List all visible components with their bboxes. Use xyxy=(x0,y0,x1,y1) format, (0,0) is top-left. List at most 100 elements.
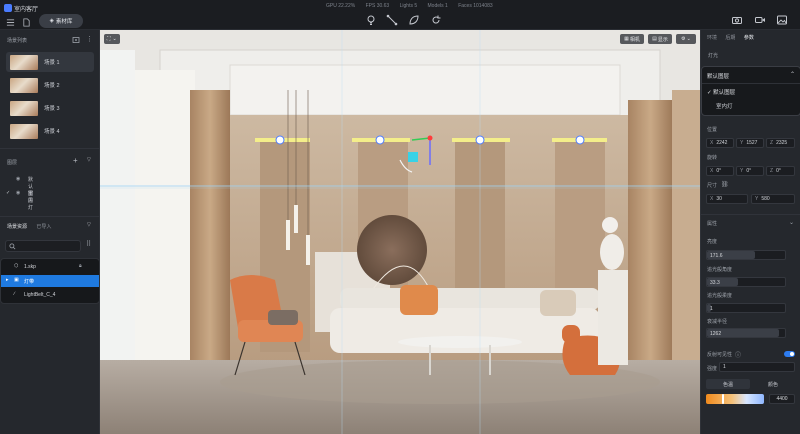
position-z-field[interactable]: Z 2325 xyxy=(766,138,795,148)
scene-item-3[interactable]: 场景 3 xyxy=(6,98,94,118)
tab-imported[interactable]: 已导入 xyxy=(36,224,51,230)
tree-item-model[interactable]: ⬡ 1.skp 🔒︎ xyxy=(1,261,99,273)
video-icon[interactable] xyxy=(754,14,766,26)
scene-list-title: 场景列表 xyxy=(7,38,28,44)
material-library-label: 素材库 xyxy=(55,19,73,25)
rotation-y-field[interactable]: Y 0° xyxy=(736,166,764,176)
view-mode-caret: ⌄ xyxy=(112,36,117,42)
tab-color-temperature[interactable]: 色温 xyxy=(706,379,750,389)
size-y-field[interactable]: Y 580 xyxy=(751,194,795,204)
size-label: 尺寸 xyxy=(707,183,718,189)
expand-arrow-icon[interactable]: ▸ xyxy=(6,277,9,283)
group-icon: ▣ xyxy=(14,277,19,283)
layer-dropdown[interactable]: 默认图层 ⌃ ✓ 默认图层 室内灯 xyxy=(701,66,800,116)
display-button-label: 显示 xyxy=(657,36,668,43)
add-layer-icon[interactable]: + xyxy=(73,156,78,165)
search-box[interactable] xyxy=(5,240,81,252)
spread-angle-slider[interactable]: 33.3 xyxy=(706,277,786,287)
scene-item-1[interactable]: 场景 1 xyxy=(6,52,94,72)
asset-tabs: 场景资源 已导入 xyxy=(7,223,59,230)
view-icon: ⛶ xyxy=(107,36,111,42)
eye-icon[interactable]: ◉ xyxy=(16,190,20,196)
app-logo-icon xyxy=(4,4,12,12)
3d-viewport[interactable]: ⛶ ⌄ ▦ 相机 ▤ 显示 ⚙ ⌄ xyxy=(100,30,700,434)
size-x-field[interactable]: X 30 xyxy=(706,194,748,204)
view-settings-button[interactable]: ⚙ ⌄ xyxy=(676,34,696,44)
check-icon: ✓ xyxy=(6,190,11,196)
rotation-x-field[interactable]: X 0° xyxy=(706,166,734,176)
dropdown-selected: 默认图层 xyxy=(707,74,730,80)
color-temperature-value[interactable]: 4400 xyxy=(769,394,795,404)
more-icon[interactable]: ⋮ xyxy=(86,35,93,43)
fps-stat: FPS 30.63 xyxy=(365,3,390,9)
view-mode-button[interactable]: ⛶ ⌄ xyxy=(104,34,120,44)
tab-environment[interactable]: 环境 xyxy=(707,35,717,41)
tab-post[interactable]: 后期 xyxy=(725,35,735,41)
color-temperature-slider[interactable] xyxy=(706,394,764,404)
add-scene-icon[interactable] xyxy=(72,36,80,44)
tab-parameters[interactable]: 参数 xyxy=(744,35,754,41)
temperature-handle[interactable] xyxy=(722,394,724,404)
search-input[interactable] xyxy=(18,242,78,251)
spread-angle-value: 33.3 xyxy=(710,280,720,286)
models-stat: Models 1 xyxy=(427,3,448,9)
rotate-icon[interactable] xyxy=(430,14,442,26)
position-y-field[interactable]: Y 1527 xyxy=(736,138,764,148)
display-icon: ▤ xyxy=(652,36,657,42)
faces-stat: Faces 1014083 xyxy=(458,3,493,9)
chevron-up-icon[interactable]: ⌃ xyxy=(790,71,795,78)
performance-stats: GPU 22.22% FPS 30.63 Lights 5 Models 1 F… xyxy=(326,3,502,9)
lock-icon[interactable]: 🔒︎ xyxy=(79,263,82,269)
spread-angle-label: 追光般角度 xyxy=(707,267,733,273)
leaf-icon[interactable] xyxy=(408,14,420,26)
library-icon: ◈ xyxy=(49,18,54,24)
rotation-z-field[interactable]: Z 0° xyxy=(766,166,795,176)
rotation-y-value: 0° xyxy=(746,168,752,174)
link-icon[interactable]: ⛓ xyxy=(721,181,729,188)
scene-thumbnail xyxy=(10,101,38,116)
collapse-icon[interactable]: ▽ xyxy=(87,222,91,228)
position-label: 位置 xyxy=(707,127,718,133)
falloff-radius-slider[interactable]: 1262 xyxy=(706,328,786,338)
file-icon[interactable] xyxy=(20,16,32,28)
softness-label: 追光般柔度 xyxy=(707,293,733,299)
chevron-down-icon[interactable]: ⌄ xyxy=(789,219,794,226)
brightness-label: 亮度 xyxy=(707,239,718,245)
axis-y-label: Y xyxy=(755,196,759,202)
position-x-field[interactable]: X 2242 xyxy=(706,138,734,148)
info-icon[interactable]: ⓘ xyxy=(735,350,741,359)
collapse-icon[interactable]: ▽ xyxy=(87,157,91,163)
softness-value: 1 xyxy=(710,306,713,312)
scene-label: 场景 4 xyxy=(44,129,60,135)
brightness-slider[interactable]: 171.6 xyxy=(706,250,786,260)
image-icon[interactable] xyxy=(776,14,788,26)
divider xyxy=(0,216,100,217)
dropdown-option-default[interactable]: ✓ 默认图层 xyxy=(707,88,735,96)
lighting-label: 灯光 xyxy=(708,53,719,59)
softness-slider[interactable]: 1 xyxy=(706,303,786,313)
dropdown-option-indoor[interactable]: 室内灯 xyxy=(716,102,733,110)
intensity-field[interactable]: 1 xyxy=(719,362,795,372)
scene-item-2[interactable]: 场景 2 xyxy=(6,75,94,95)
tab-scene-assets[interactable]: 场景资源 xyxy=(7,224,27,230)
display-button[interactable]: ▤ 显示 xyxy=(648,34,672,44)
tab-color[interactable]: 颜色 xyxy=(751,379,795,389)
material-library-button[interactable]: ◈ 素材库 xyxy=(39,14,83,28)
menu-icon[interactable] xyxy=(4,16,16,28)
tree-item-light-strip[interactable]: ▸ ▣ 灯带 xyxy=(1,275,99,287)
grid-view-icon[interactable]: ⠿ xyxy=(86,240,91,248)
line-tool-icon[interactable] xyxy=(386,14,398,26)
right-panel: 环境 后期 参数 灯光 默认图层 ⌃ ✓ 默认图层 室内灯 位置 X 2242 Y… xyxy=(700,30,800,434)
camera-icon[interactable] xyxy=(731,14,743,26)
axis-y-label: Y xyxy=(740,140,744,146)
bulb-icon[interactable] xyxy=(365,14,377,26)
camera-button[interactable]: ▦ 相机 xyxy=(620,34,644,44)
tree-item-lightbelt[interactable]: ∕ LightBelt_C_4 xyxy=(1,289,99,301)
reflection-visibility-toggle[interactable] xyxy=(784,351,795,357)
scene-item-4[interactable]: 场景 4 xyxy=(6,121,94,141)
eye-icon[interactable]: ◉ xyxy=(16,176,20,182)
tree-item-label: LightBelt_C_4 xyxy=(24,292,56,298)
falloff-radius-value: 1262 xyxy=(710,331,722,337)
position-z-value: 2325 xyxy=(776,140,788,146)
settings-icon: ⚙ xyxy=(681,36,686,42)
